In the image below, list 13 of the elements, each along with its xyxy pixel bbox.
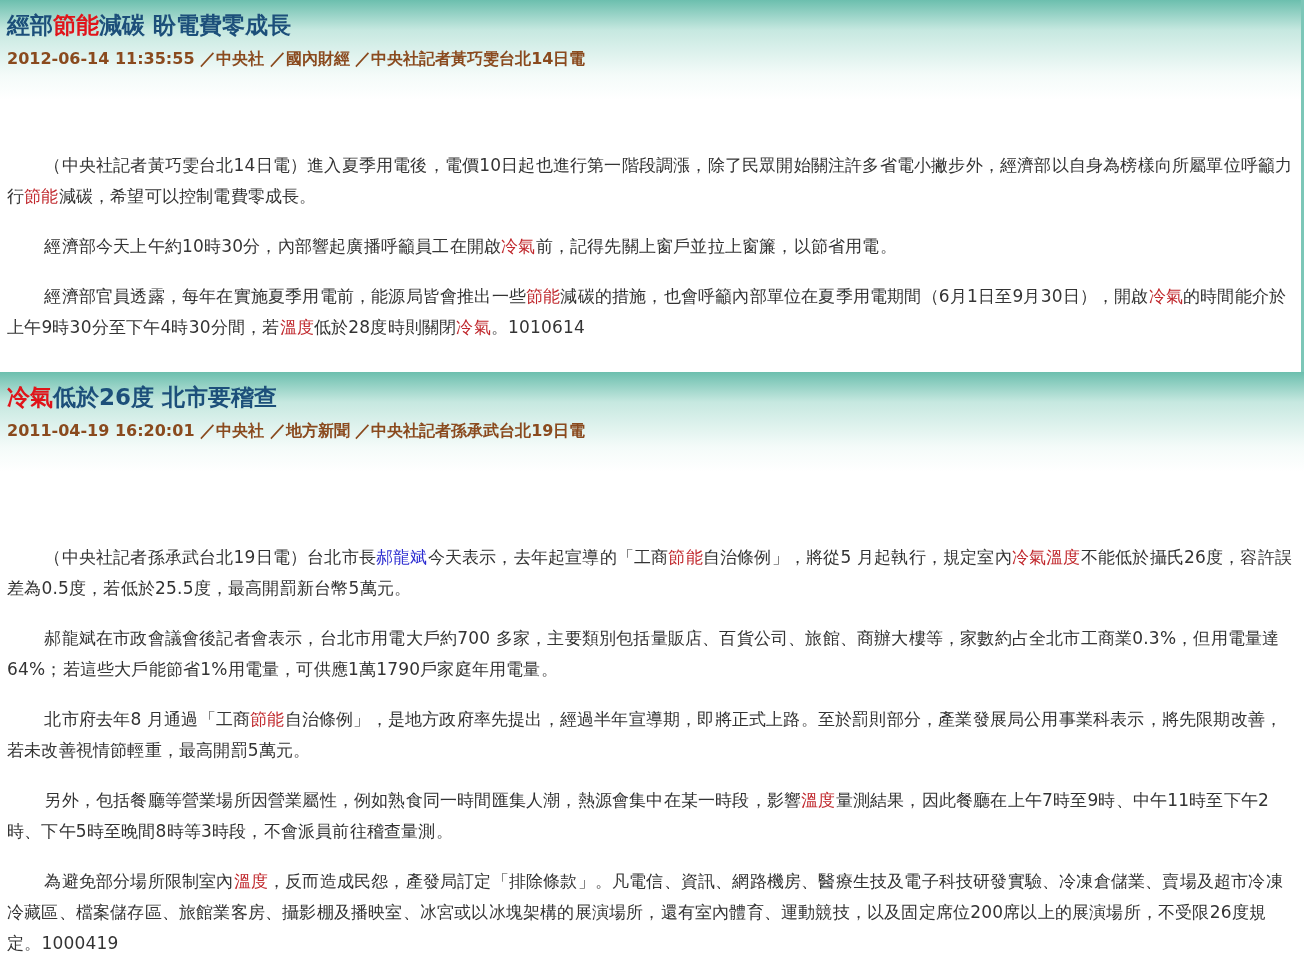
article-meta: 2012-06-14 11:35:55 ／中央社 ／國內財經 ／中央社記者黃巧雯台北14日電 <box>7 48 587 70</box>
article-paragraph: 北市府去年8 月通過「工商節能自治條例」，是地方政府率先提出，經過半年宣導期，即將正式上路。至於罰則部分，產業發展局公用事業科表示，將先限期改善，若未改善視情節輕重，最高開罰5萬元。 <box>7 708 1284 762</box>
article-paragraph: 為避免部分場所限制室內溫度，反而造成民怨，產發局訂定「排除條款」。凡電信、資訊、網路機房、醫療生技及電子科技研發實驗、冷凍倉儲業、賣場及超市冷凍冷藏區、檔案儲存區、旅館業客房、攝影棚及播映室、冰宮或以冰塊架構的展演場所，還有室內體育、運動競技，以及固定席位200席以上的展演場所，不受限26度規定。1000419 <box>7 870 1284 955</box>
article-paragraph: 經濟部官員透露，每年在實施夏季用電前，能源局皆會推出一些節能減碳的措施，也會呼籲內部單位在夏季用電期間（6月1日至9月30日），開啟冷氣的時間能介於上午9時30分至下午4時30分間，若溫度低於28度時則關閉冷氣。1010614 <box>7 285 1288 339</box>
article-paragraph: （中央社記者孫承武台北19日電）台北市長郝龍斌今天表示，去年起宣導的「工商節能自治條例」，將從5 月起執行，規定室內冷氣溫度不能低於攝氏26度，容許誤差為0.5度，若低於25.5度，最高開罰新台幣5萬元。 <box>7 546 1293 600</box>
name-link[interactable]: 郝龍斌 <box>376 547 428 567</box>
article-paragraph: 經濟部今天上午約10時30分，內部響起廣播呼籲員工在開啟冷氣前，記得先關上窗戶並拉上窗簾，以節省用電。 <box>43 235 898 258</box>
article-meta: 2011-04-19 16:20:01 ／中央社 ／地方新聞 ／中央社記者孫承武台北19日電 <box>7 420 587 442</box>
article-title: 經部節能減碳 盼電費零成長 <box>7 11 292 40</box>
article-paragraph: 郝龍斌在市政會議會後記者會表示，台北市用電大戶約700 多家，主要類別包括量販店、百貨公司、旅館、商辦大樓等，家數約占全北市工商業0.3%，但用電量達64%；若這些大戶能節省1%用電量，可供應1萬1790戶家庭年用電量。 <box>7 627 1281 681</box>
article-title: 冷氣低於26度 北市要稽查 <box>7 383 278 412</box>
article-paragraph: 另外，包括餐廳等營業場所因營業屬性，例如熟食同一時間匯集人潮，熱源會集中在某一時段，影響溫度量測結果，因此餐廳在上午7時至9時、中午11時至下午2時、下午5時至晚間8時等3時段，不會派員前往稽查量測。 <box>7 789 1271 843</box>
article-paragraph: （中央社記者黃巧雯台北14日電）進入夏季用電後，電價10日起也進行第一階段調漲，除了民眾開始關注許多省電小撇步外，經濟部以自身為榜樣向所屬單位呼籲力行節能減碳，希望可以控制電費零成長。 <box>7 154 1294 208</box>
